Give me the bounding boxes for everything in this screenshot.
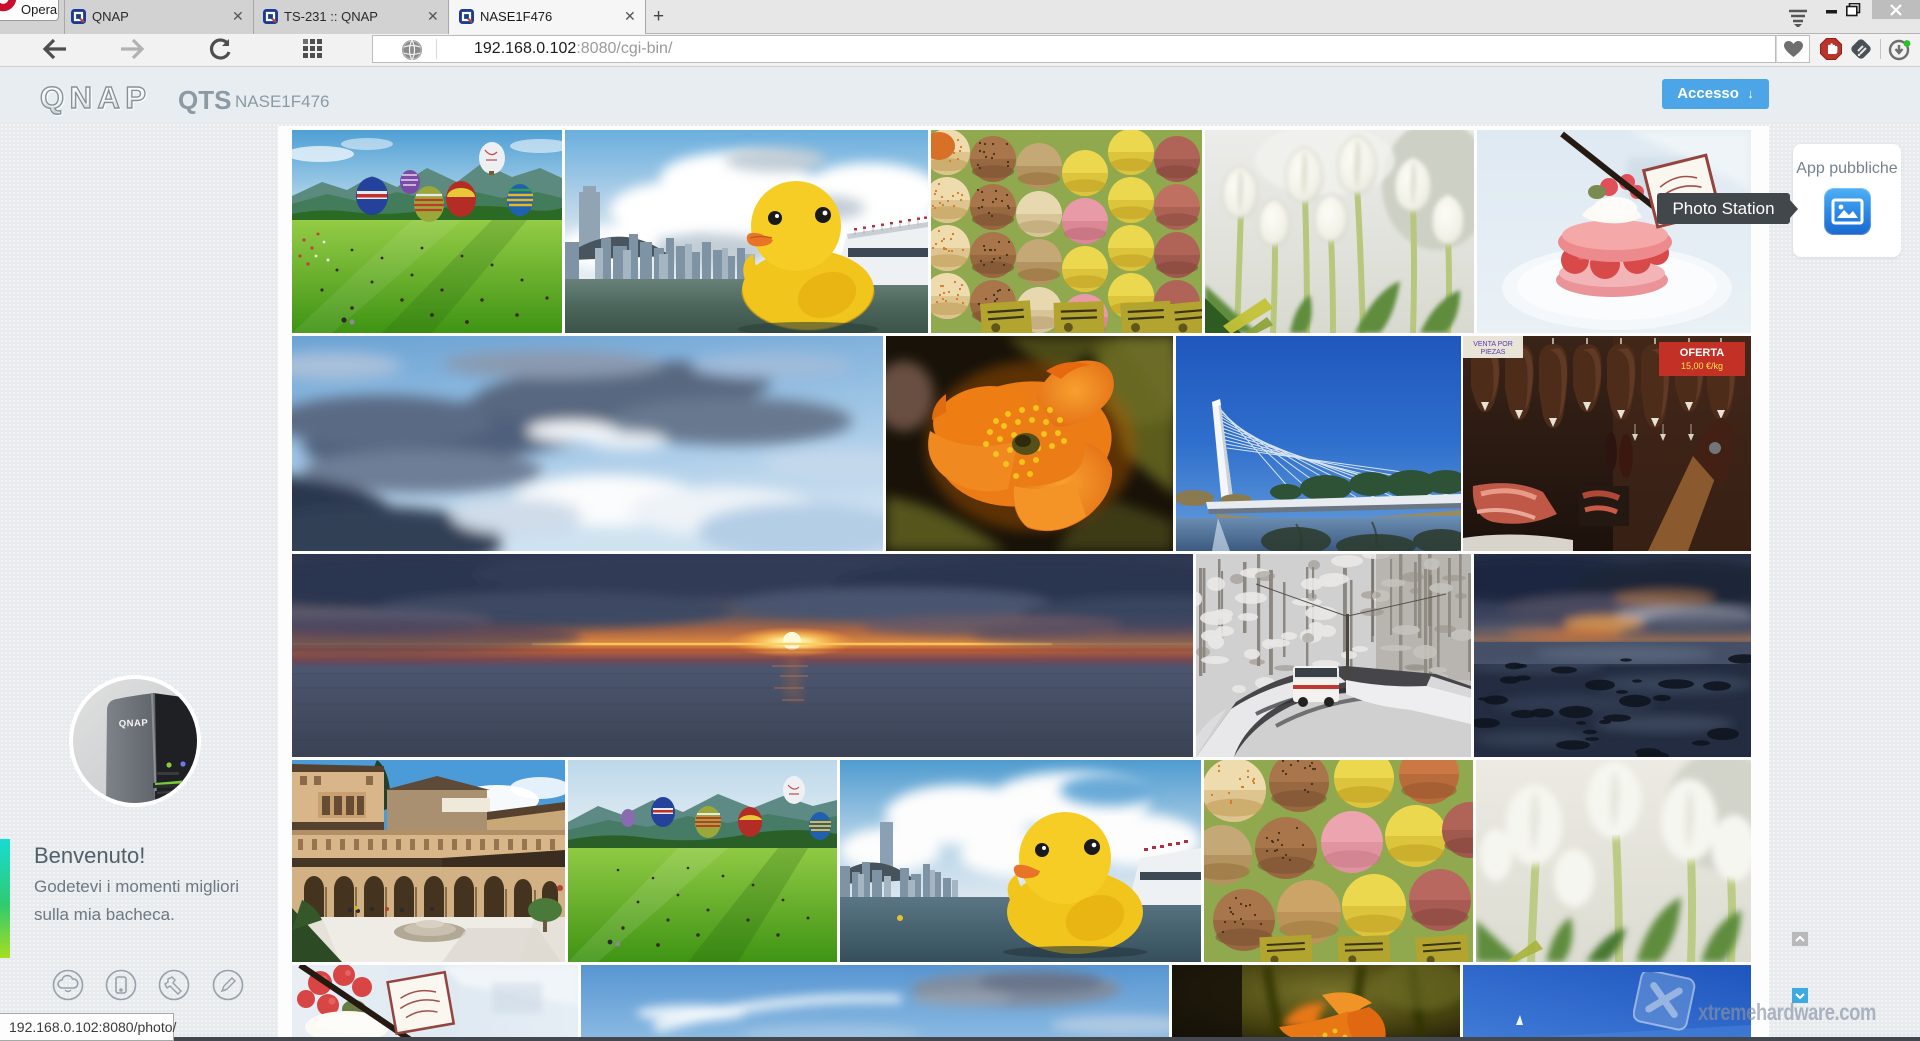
svg-text:PIEZAS: PIEZAS [1481,349,1506,356]
svg-text:QNAP: QNAP [119,718,149,730]
svg-text:VENTA POR: VENTA POR [1473,341,1513,348]
svg-text:QNAP: QNAP [40,81,152,115]
svg-text:OFERTA: OFERTA [1680,347,1724,359]
svg-text:15,00 €/kg: 15,00 €/kg [1681,361,1723,371]
